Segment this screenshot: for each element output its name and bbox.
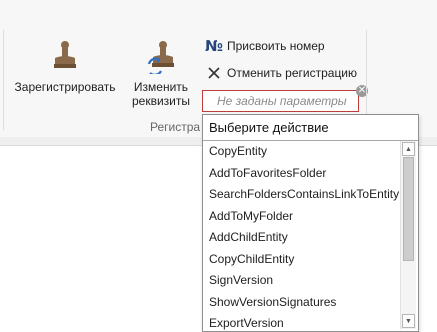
cancel-registration-button[interactable]: Отменить регистрацию	[204, 62, 357, 84]
dropdown-scrollbar[interactable]: ▲ ▼	[400, 141, 416, 329]
register-label: Зарегистрировать	[14, 80, 116, 94]
action-combo-input[interactable]: Не заданы параметры	[202, 90, 359, 112]
scrollbar-thumb[interactable]	[403, 157, 414, 261]
list-item[interactable]: AddToFavoritesFolder	[203, 163, 401, 185]
close-icon	[204, 67, 224, 79]
ribbon-group-label: Регистра	[150, 120, 201, 134]
scroll-down-icon[interactable]: ▼	[402, 314, 415, 328]
list-item[interactable]: SearchFoldersContainsLinkToEntity	[203, 184, 401, 206]
assign-number-label: Присвоить номер	[227, 39, 325, 53]
list-item[interactable]: ExportVersion	[203, 313, 401, 331]
action-list: CopyEntity AddToFavoritesFolder SearchFo…	[203, 141, 401, 331]
edit-details-button[interactable]: Изменить реквизиты	[128, 40, 194, 108]
scroll-up-icon[interactable]: ▲	[402, 142, 415, 156]
number-sign-icon: №	[204, 37, 224, 55]
list-item[interactable]: AddChildEntity	[203, 227, 401, 249]
action-dropdown: Выберите действие CopyEntity AddToFavori…	[202, 114, 419, 332]
list-item[interactable]: AddToMyFolder	[203, 206, 401, 228]
edit-details-label-line1: Изменить	[133, 80, 189, 94]
list-item[interactable]: CopyChildEntity	[203, 249, 401, 271]
action-combo-placeholder: Не заданы параметры	[217, 94, 347, 108]
edit-details-label-line2: реквизиты	[131, 94, 190, 108]
stamp-refresh-icon	[147, 41, 174, 74]
register-button[interactable]: Зарегистрировать	[12, 40, 118, 94]
ribbon-left-separator	[3, 30, 4, 130]
list-item[interactable]: CopyEntity	[203, 141, 401, 163]
dropdown-header: Выберите действие	[203, 115, 418, 141]
assign-number-button[interactable]: № Присвоить номер	[204, 35, 325, 57]
list-item[interactable]: ShowVersionSignatures	[203, 292, 401, 314]
cancel-registration-label: Отменить регистрацию	[227, 66, 358, 80]
list-item[interactable]: SignVersion	[203, 270, 401, 292]
stamp-icon	[54, 41, 76, 68]
